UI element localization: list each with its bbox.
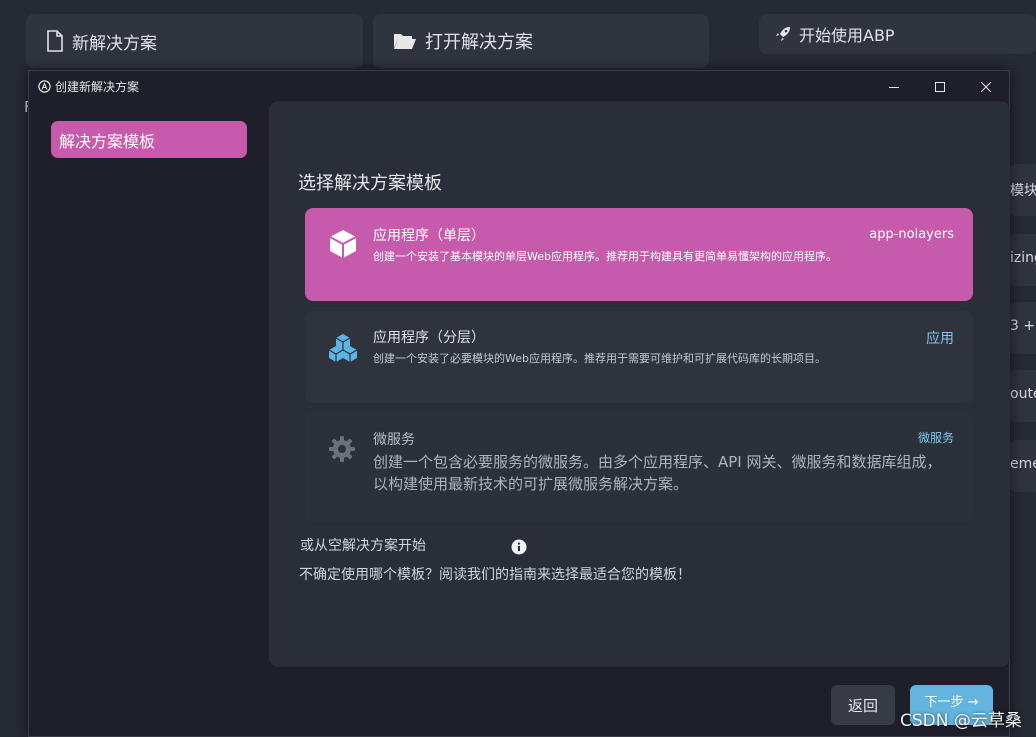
- new-solution-label: 新解决方案: [72, 33, 157, 54]
- back-button-label: 返回: [847, 696, 878, 715]
- close-button[interactable]: [963, 71, 1009, 101]
- template-tag: app-nolayers: [869, 227, 954, 242]
- background-fragment: oute: [1010, 386, 1036, 402]
- template-title: 应用程序（分层）: [373, 330, 485, 346]
- background-card: izing: [1010, 234, 1036, 286]
- template-card-single-layer[interactable]: 应用程序（单层） 创建一个安装了基本模块的单层Web应用程序。推荐用于构建具有更…: [305, 208, 973, 301]
- template-panel: 选择解决方案模板 应用程序（单层） 创建一个安装了基本模块的单层Web应用程序。…: [269, 101, 1010, 667]
- dialog-title: 创建新解决方案: [55, 79, 140, 94]
- background-card: 模块: [1010, 164, 1036, 216]
- maximize-icon: [935, 77, 945, 96]
- background-fragment: 模块: [1010, 183, 1036, 199]
- template-card-layered[interactable]: 应用程序（分层） 创建一个安装了必要模块的Web应用程序。推荐用于需要可维护和可…: [305, 311, 973, 403]
- new-solution-button[interactable]: 新解决方案: [26, 14, 363, 68]
- maximize-button[interactable]: [917, 71, 963, 101]
- template-description: 创建一个安装了基本模块的单层Web应用程序。推荐用于构建具有更简单易懂架构的应用…: [373, 250, 837, 263]
- template-tag: 微服务: [917, 431, 954, 445]
- template-title: 微服务: [373, 432, 415, 448]
- open-solution-button[interactable]: 打开解决方案: [373, 14, 709, 68]
- template-title: 应用程序（单层）: [373, 228, 485, 244]
- background-card: oute: [1010, 370, 1036, 422]
- template-card-microservice[interactable]: 微服务 创建一个包含必要服务的微服务。由多个应用程序、API 网关、微服务和数据…: [305, 412, 973, 522]
- open-solution-label: 打开解决方案: [425, 32, 533, 53]
- abp-logo-icon: [38, 79, 51, 93]
- panel-heading: 选择解决方案模板: [298, 173, 442, 194]
- minimize-button[interactable]: [871, 71, 917, 101]
- info-icon[interactable]: [511, 539, 527, 555]
- file-icon: [46, 30, 64, 52]
- background-fragment: eme: [1010, 456, 1036, 472]
- gear-icon: [327, 434, 357, 468]
- background-card: eme: [1010, 440, 1036, 492]
- background-fragment: izing: [1010, 250, 1036, 266]
- minimize-icon: [889, 77, 899, 96]
- folder-open-icon: [393, 31, 417, 51]
- template-guide-text[interactable]: 不确定使用哪个模板？阅读我们的指南来选择最适合您的模板！: [299, 564, 691, 584]
- box-icon: [327, 228, 359, 264]
- close-icon: [980, 77, 992, 96]
- dialog-titlebar[interactable]: 创建新解决方案: [29, 71, 1009, 101]
- sidebar-item-label: 解决方案模板: [59, 131, 156, 151]
- boxes-icon: [327, 332, 359, 368]
- background-fragment: 3 +: [1010, 318, 1036, 334]
- create-solution-dialog: 创建新解决方案 解决方案模板 选择解决方案模板 应用程序（单层） 创建一个安装了…: [28, 70, 1010, 737]
- rocket-icon: [775, 26, 791, 42]
- template-tag: 应用: [926, 331, 954, 347]
- template-description: 创建一个安装了必要模块的Web应用程序。推荐用于需要可维护和可扩展代码库的长期项…: [373, 352, 826, 365]
- back-button[interactable]: 返回: [831, 685, 895, 725]
- sidebar-item-solution-templates[interactable]: 解决方案模板: [51, 121, 247, 158]
- watermark: CSDN @云草桑: [900, 711, 1022, 731]
- get-started-label: 开始使用ABP: [799, 26, 895, 45]
- background-card: 3 +: [1010, 302, 1036, 354]
- get-started-button[interactable]: 开始使用ABP: [759, 14, 1036, 54]
- template-description: 创建一个包含必要服务的微服务。由多个应用程序、API 网关、微服务和数据库组成，…: [373, 453, 942, 493]
- empty-solution-link[interactable]: 或从空解决方案开始: [300, 535, 426, 555]
